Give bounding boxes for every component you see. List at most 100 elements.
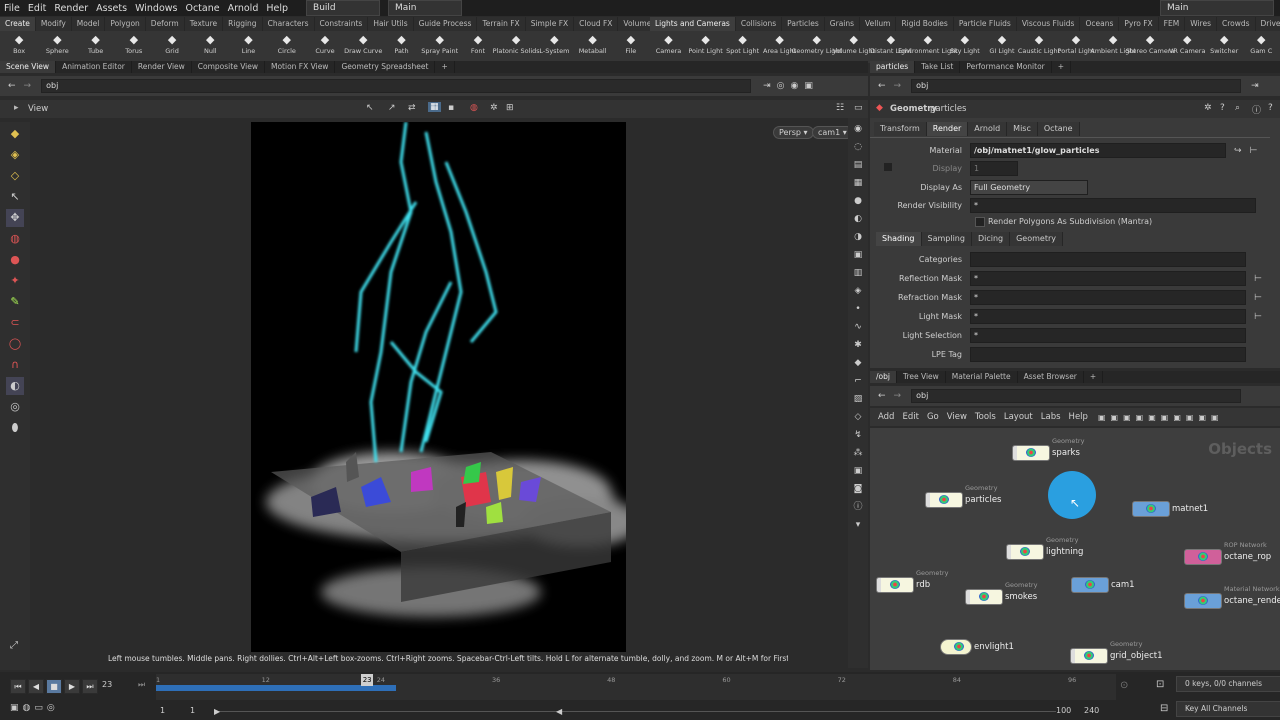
list-icon[interactable]: ▣ [1111, 413, 1119, 422]
shelf-tool-geometry-light[interactable]: ◆ Geometry Light [791, 31, 842, 63]
shelf-tool-environment-light[interactable]: ◆ Environment Light [898, 31, 958, 63]
move-handle-icon[interactable]: ✥ [6, 209, 24, 227]
snap-magnet-icon[interactable]: ∩ [6, 356, 24, 374]
auto-key-icon[interactable]: ⊙ [1120, 680, 1128, 691]
render-vis-field[interactable]: * [970, 198, 1256, 213]
viewport-layout-icon[interactable]: ☷ [836, 103, 844, 113]
step-icon[interactable]: ⏭ [138, 680, 145, 690]
shelf-tool-metaball[interactable]: ◆ Metaball [574, 31, 612, 63]
node-rdb[interactable]: rdb Geometry [876, 569, 948, 593]
lasso-icon[interactable]: ◯ [6, 335, 24, 353]
tree-icon[interactable]: ▣ [1123, 413, 1131, 422]
stop-icon[interactable]: ■ [46, 679, 62, 694]
keys-channels-field[interactable]: 0 keys, 0/0 channels [1176, 676, 1280, 692]
normals-icon[interactable]: ▥ [851, 266, 865, 280]
shelf-tab[interactable]: Oceans [1080, 17, 1120, 31]
pane-tab[interactable]: Tree View [897, 371, 946, 383]
layout-icon[interactable]: ▣ [1148, 413, 1156, 422]
shelf-tool-gam-c[interactable]: ◆ Gam C [1243, 31, 1280, 63]
shelf-tab[interactable]: Viscous Fluids [1017, 17, 1081, 31]
range-icon[interactable]: ▭ [34, 703, 43, 713]
node-particles[interactable]: particles Geometry [925, 484, 1002, 508]
network-menu-help[interactable]: Help [1069, 412, 1088, 422]
back-arrow-icon[interactable]: ← [8, 81, 16, 91]
pane-tab[interactable]: particles [870, 61, 916, 73]
menu-help[interactable]: Help [262, 3, 292, 14]
shelf-tool-l-system[interactable]: ◆ L-System [535, 31, 573, 63]
pane-tab[interactable]: Take List [915, 61, 961, 73]
global-anim-icon[interactable]: ◎ [47, 703, 55, 713]
template-icon[interactable]: ▦ [851, 176, 865, 190]
display-field[interactable]: 1 [970, 161, 1018, 176]
param-search-icon[interactable]: ⌕ [1235, 103, 1240, 113]
net-forward-icon[interactable]: → [894, 391, 902, 401]
select-icon[interactable]: ◆ [6, 125, 24, 143]
shelf-tool-caustic-light[interactable]: ◆ Caustic Light [1018, 31, 1060, 63]
menu-edit[interactable]: Edit [24, 3, 50, 14]
realtime-icon[interactable]: ▣ [10, 703, 19, 713]
rotate-tool-icon[interactable]: ⇄ [408, 103, 416, 113]
key-channel-icon[interactable]: ⊡ [1156, 679, 1164, 690]
node-sparks[interactable]: sparks Geometry [1012, 437, 1084, 461]
shelf-tab[interactable]: Grains [825, 17, 861, 31]
playhead[interactable]: 23 [361, 674, 374, 686]
rotate-handle-icon[interactable]: ◍ [6, 230, 24, 248]
param-pin-icon[interactable]: ⇥ [1251, 81, 1259, 91]
node-octane-render[interactable]: octane_render Material Network [1184, 585, 1280, 609]
shelf-tool-torus[interactable]: ◆ Torus [115, 31, 153, 63]
shelf-tab[interactable]: Guide Process [414, 17, 478, 31]
pane-tab[interactable]: Scene View [0, 61, 57, 73]
display-icon[interactable]: ▪ [448, 103, 454, 113]
network-menu-go[interactable]: Go [927, 412, 939, 422]
menu-arnold[interactable]: Arnold [224, 3, 263, 14]
info-icon[interactable]: ⓘ [851, 500, 865, 514]
shelf-tab[interactable]: Simple FX [526, 17, 575, 31]
param-back-icon[interactable]: ← [878, 81, 886, 91]
light-icon[interactable]: ● [851, 194, 865, 208]
menu-render[interactable]: Render [50, 3, 92, 14]
dot-icon[interactable]: • [851, 302, 865, 316]
audio-icon[interactable]: ◍ [23, 703, 31, 713]
edges-icon[interactable]: ◇ [851, 410, 865, 424]
node-body[interactable] [876, 577, 914, 593]
param-forward-icon[interactable]: → [894, 81, 902, 91]
shelf-tool-null[interactable]: ◆ Null [191, 31, 229, 63]
node-body[interactable] [1184, 549, 1222, 565]
shelf-tool-volume-light[interactable]: ◆ Volume Light [833, 31, 875, 63]
color-icon[interactable]: ▣ [1173, 413, 1181, 422]
material-chooser-icon[interactable]: ⊢ [1250, 146, 1258, 156]
network-menu-view[interactable]: View [947, 412, 967, 422]
grid-view-icon[interactable]: ▣ [1136, 413, 1144, 422]
param-tab[interactable]: Misc [1007, 122, 1038, 136]
shelf-tab[interactable]: FEM [1159, 17, 1186, 31]
shelf-tool-box[interactable]: ◆ Box [0, 31, 38, 63]
node-body[interactable] [1012, 445, 1050, 461]
material-jump-icon[interactable]: ↪ [1234, 146, 1242, 156]
view-tool-icon[interactable]: ◇ [6, 167, 24, 185]
pane-tab[interactable]: Material Palette [946, 371, 1018, 383]
param-row-field[interactable] [970, 347, 1246, 362]
pane-tab[interactable]: /obj [870, 371, 897, 383]
node-smokes[interactable]: smokes Geometry [965, 581, 1037, 605]
info-icon[interactable]: ▣ [1211, 413, 1219, 422]
hull-icon[interactable]: ⌐ [851, 374, 865, 388]
shelf-tab[interactable]: Collisions [736, 17, 783, 31]
node-grid-object1[interactable]: grid_object1 Geometry [1070, 640, 1163, 664]
param-help-icon[interactable]: ? [1220, 103, 1225, 113]
key-all-icon[interactable]: ⊟ [1160, 703, 1168, 714]
brush-icon[interactable]: ✎ [6, 293, 24, 311]
points-icon[interactable]: ▣ [851, 248, 865, 262]
shelf-tab[interactable]: Polygon [105, 17, 146, 31]
mask-chooser-icon[interactable]: ⊢ [1254, 274, 1262, 284]
material-field[interactable]: /obj/matnet1/glow_particles [970, 143, 1226, 158]
add-tab-icon[interactable]: + [435, 61, 455, 73]
shelf-tab[interactable]: Particle Fluids [954, 17, 1017, 31]
snapshot-icon[interactable]: ▣ [851, 464, 865, 478]
mask-chooser-icon[interactable]: ⊢ [1254, 293, 1262, 303]
param-tab[interactable]: Render [926, 122, 969, 136]
magnet-icon[interactable]: ⊂ [6, 314, 24, 332]
network-menu-edit[interactable]: Edit [902, 412, 918, 422]
shelf-tab[interactable]: Rigging [223, 17, 263, 31]
range-handle-right[interactable]: ◀ [556, 707, 562, 716]
menu-octane[interactable]: Octane [181, 3, 223, 14]
